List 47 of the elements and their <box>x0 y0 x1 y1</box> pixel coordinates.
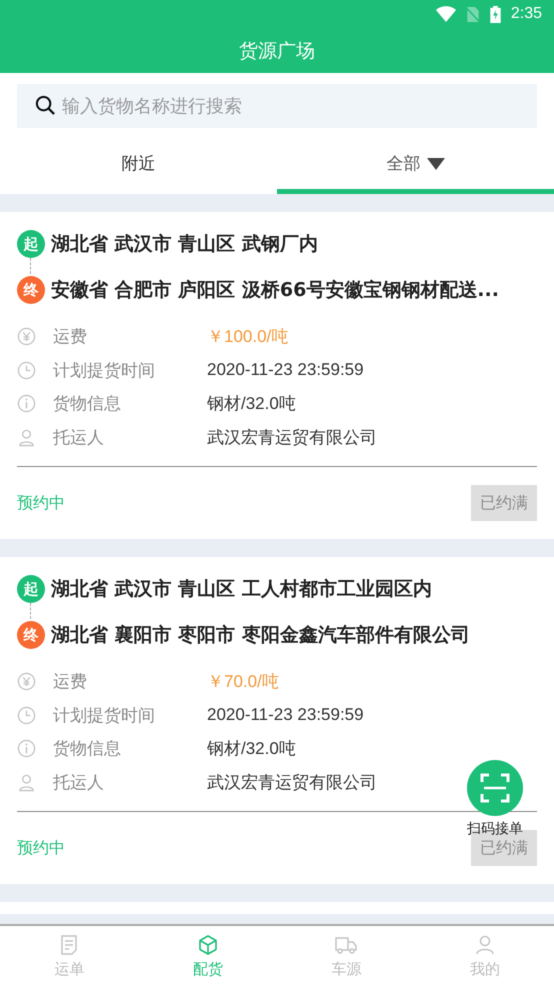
status-text: 预约中 <box>17 492 65 514</box>
clock-icon <box>17 360 36 380</box>
field-value: 武汉宏青运贸有限公司 <box>207 426 377 449</box>
field-label: 托运人 <box>53 426 105 449</box>
origin-badge: 起 <box>17 230 45 258</box>
search-field[interactable]: 输入货物名称进行搜索 <box>17 84 537 128</box>
nav-tab[interactable]: 配货 <box>138 926 277 986</box>
field-label: 运费 <box>53 671 88 694</box>
person-icon <box>17 772 36 792</box>
info-icon <box>17 394 36 414</box>
field-label: 货物信息 <box>53 393 122 416</box>
field-value: 2020-11-23 23:59:59 <box>207 360 364 380</box>
field-value: 武汉宏青运贸有限公司 <box>207 772 377 794</box>
destination-badge: 终 <box>17 621 45 649</box>
destination-address: 湖北省 襄阳市 枣阳市 枣阳金鑫汽车部件有限公司 <box>51 623 470 648</box>
person-icon <box>17 428 36 447</box>
filter-tab[interactable]: 全部 <box>277 138 554 194</box>
field-label: 托运人 <box>53 772 105 794</box>
yen-icon <box>17 672 36 692</box>
no-sim-icon <box>466 6 480 22</box>
wifi-icon <box>436 6 456 22</box>
field-label: 货物信息 <box>53 738 122 760</box>
destination-address: 安徽省 合肥市 庐阳区 汲桥66号安徽宝钢钢材配送... <box>51 278 499 303</box>
origin-badge: 起 <box>17 575 45 603</box>
info-icon <box>17 739 36 758</box>
yen-icon <box>17 327 36 346</box>
field-label: 计划提货时间 <box>53 360 156 382</box>
page-title: 货源广场 <box>238 38 316 64</box>
destination-badge: 终 <box>17 276 45 304</box>
nav-tab[interactable]: 我的 <box>416 926 554 986</box>
status-text: 预约中 <box>17 838 65 858</box>
field-value: 2020-11-23 23:59:59 <box>207 705 364 726</box>
battery-charging-icon <box>490 6 501 22</box>
scan-icon <box>480 773 510 803</box>
field-label: 计划提货时间 <box>53 704 156 727</box>
origin-address: 湖北省 武汉市 青山区 武钢厂内 <box>51 232 318 257</box>
field-label: 运费 <box>53 326 88 348</box>
filter-tab[interactable]: 附近 <box>0 138 277 194</box>
field-value: 钢材/32.0吨 <box>207 738 296 760</box>
nav-tab[interactable]: 运单 <box>0 926 138 986</box>
field-value: 钢材/32.0吨 <box>207 393 296 416</box>
clock-icon <box>17 706 36 725</box>
origin-address: 湖北省 武汉市 青山区 工人村都市工业园区内 <box>51 577 432 602</box>
nav-tab[interactable]: 车源 <box>277 926 416 986</box>
field-value: ￥100.0/吨 <box>207 326 288 348</box>
field-value: ￥70.0/吨 <box>207 671 279 694</box>
status-time: 2:35 <box>510 5 542 23</box>
